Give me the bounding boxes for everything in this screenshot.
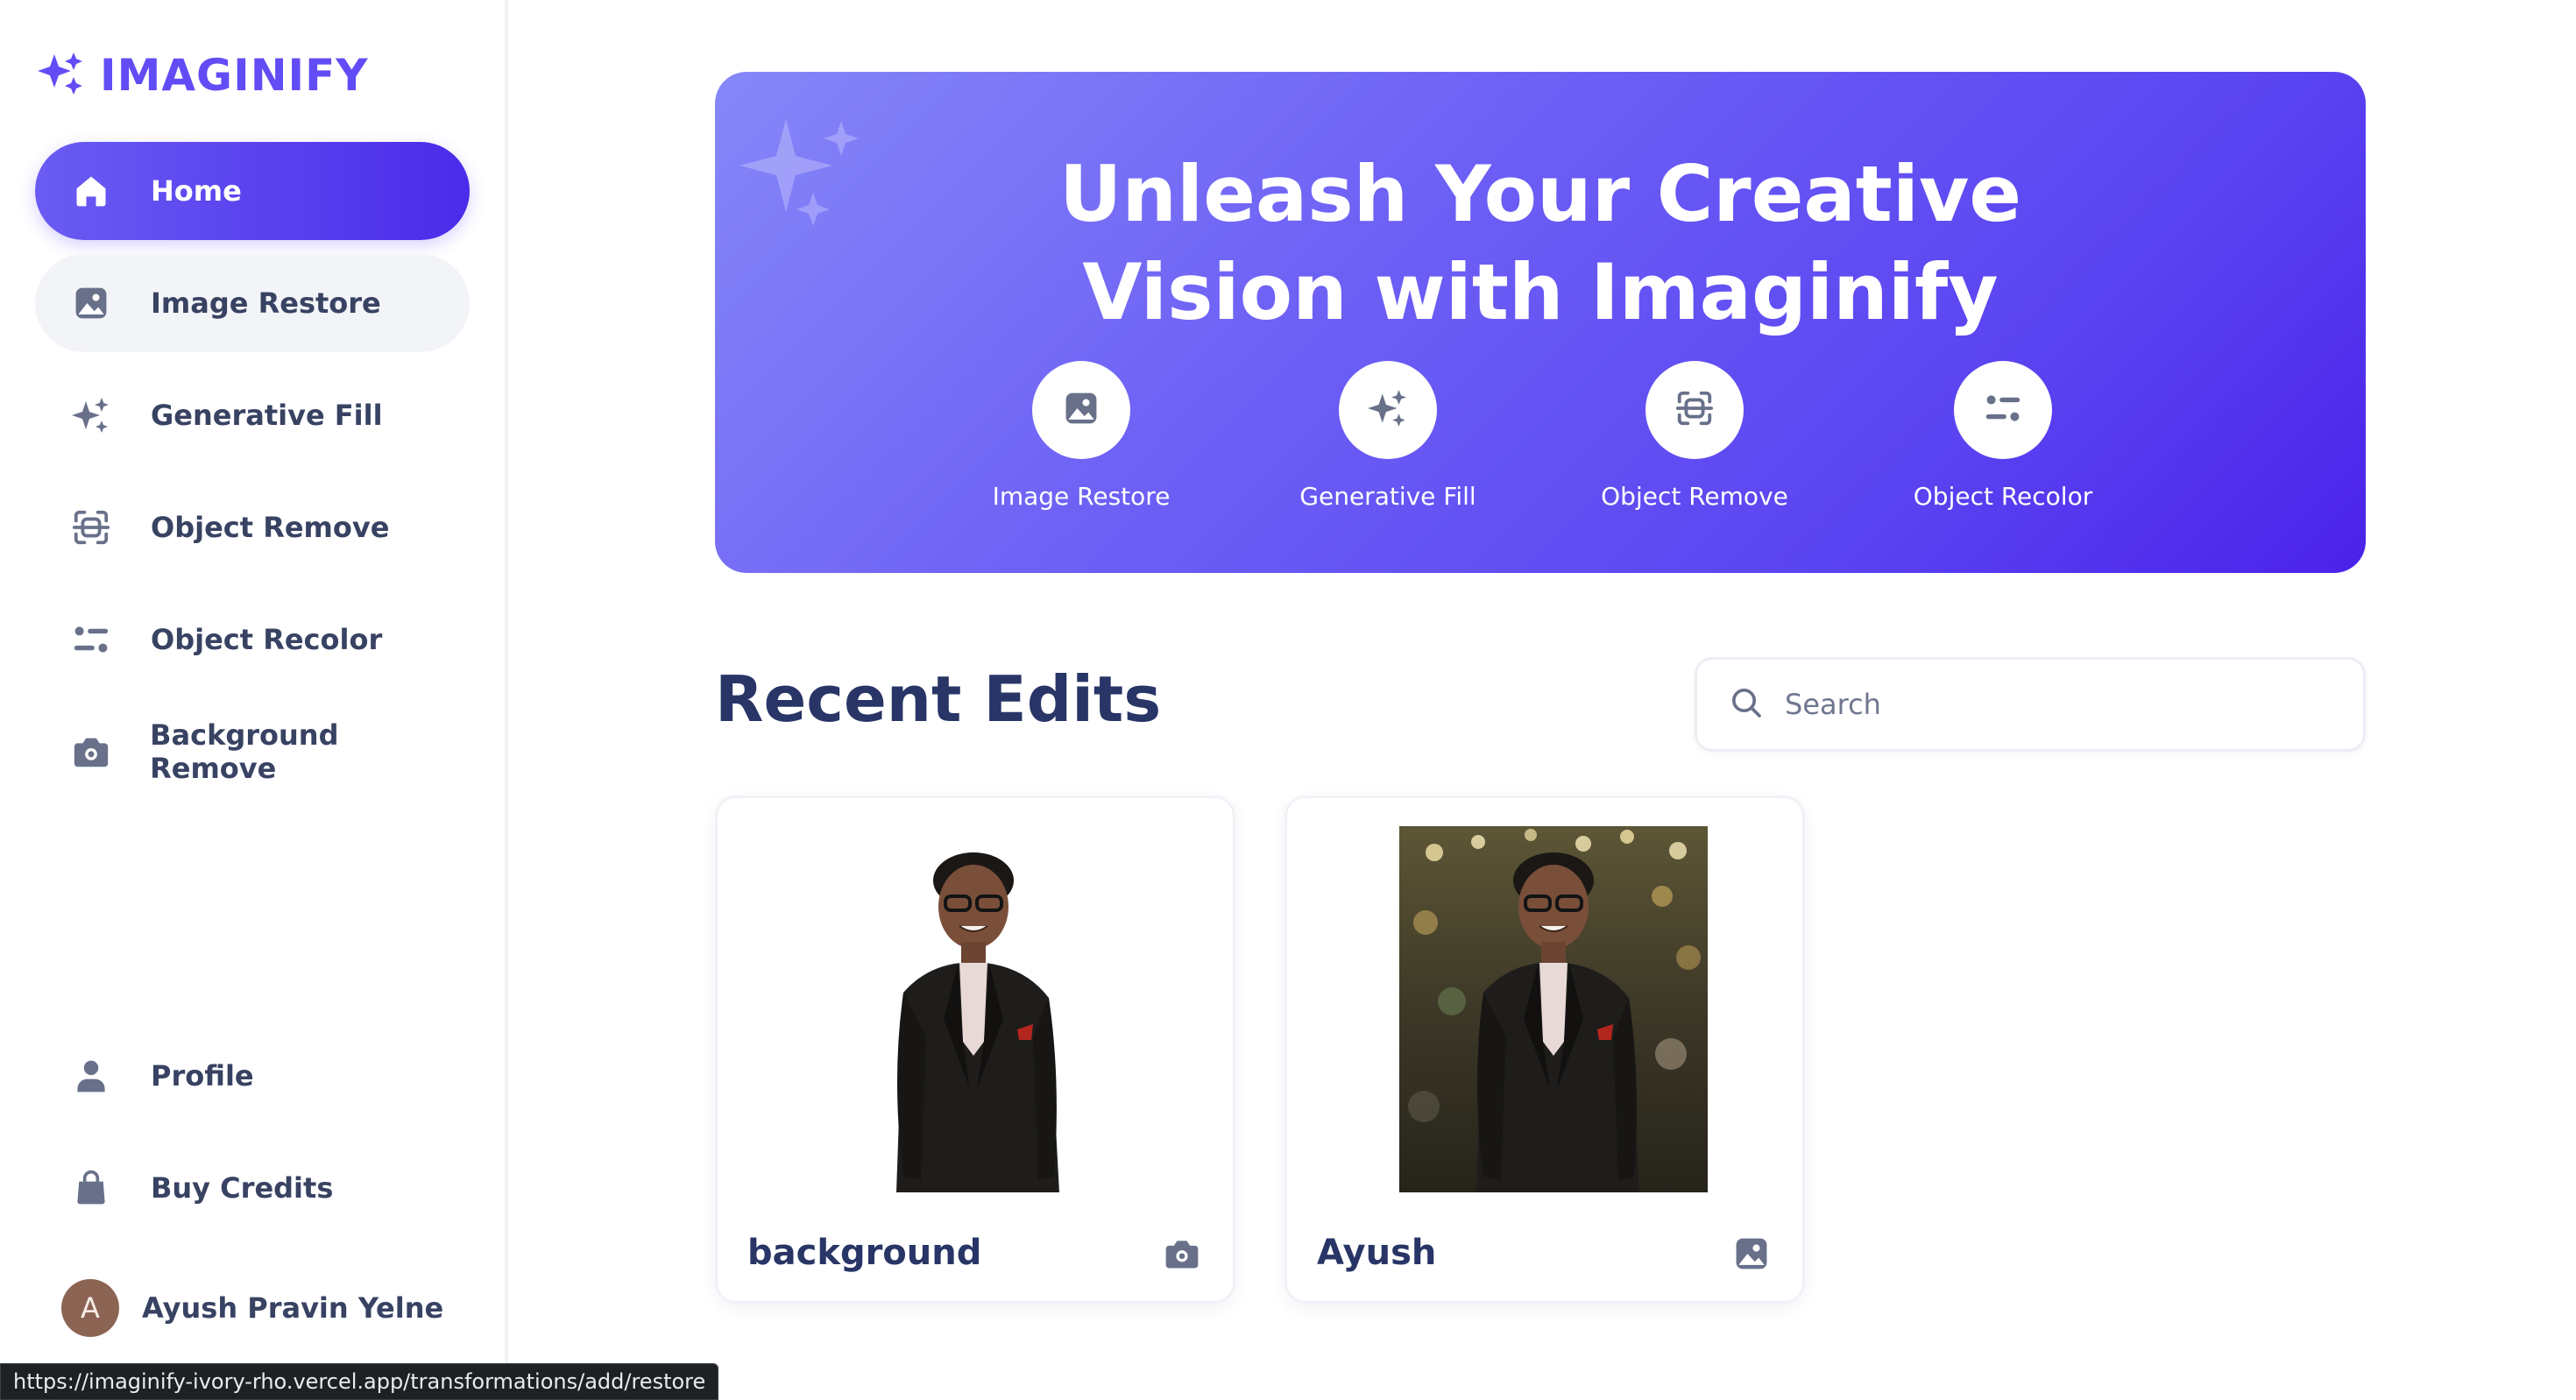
bag-icon — [67, 1163, 116, 1213]
scan-icon — [1674, 388, 1715, 432]
feature-circle[interactable] — [1954, 361, 2052, 459]
sidebar-item-generative-fill[interactable]: Generative Fill — [35, 366, 470, 464]
sidebar-item-object-recolor[interactable]: Object Recolor — [35, 590, 470, 689]
user-name: Ayush Pravin Yelne — [142, 1291, 444, 1325]
sidebar-item-label: Background Remove — [150, 718, 339, 785]
sidebar-item-label: Home — [151, 174, 242, 208]
sidebar-item-background-remove[interactable]: Background Remove — [35, 703, 470, 801]
logo[interactable]: IMAGINIFY — [35, 49, 369, 102]
recent-edit-title: Ayush — [1317, 1233, 1437, 1273]
recent-edit-card-ayush[interactable]: Ayush — [1284, 795, 1805, 1304]
person-photo-image — [1399, 826, 1708, 1192]
hero-banner: Unleash Your Creative Vision with Imagin… — [715, 72, 2366, 573]
sidebar-item-label: Image Restore — [151, 286, 381, 320]
image-icon — [67, 279, 116, 328]
avatar[interactable]: A — [61, 1279, 119, 1337]
filter-icon — [67, 615, 116, 664]
sparkles-icon — [67, 391, 116, 440]
user-icon — [67, 1051, 116, 1100]
camera-icon — [1161, 1233, 1203, 1275]
home-icon — [67, 166, 116, 216]
search-box[interactable] — [1695, 657, 2366, 752]
logo-text: IMAGINIFY — [100, 50, 369, 101]
filter-icon — [1983, 388, 2023, 432]
sidebar-item-label: Object Remove — [151, 511, 390, 544]
sidebar-item-label: Generative Fill — [151, 399, 383, 432]
sidebar-item-object-remove[interactable]: Object Remove — [35, 478, 470, 576]
sidebar-nav: Home Image Restore Generative Fill Objec… — [35, 142, 470, 815]
search-icon — [1729, 685, 1764, 724]
person-cutout-image — [896, 852, 1059, 1192]
sidebar-item-label: Buy Credits — [151, 1171, 334, 1205]
recent-edit-thumbnail[interactable] — [1399, 826, 1708, 1192]
sparkles-logo-icon — [35, 49, 88, 102]
hero-title: Unleash Your Creative Vision with Imagin… — [715, 145, 2366, 342]
scan-icon — [67, 503, 116, 552]
search-input[interactable] — [1785, 688, 2328, 721]
sidebar-item-label: Profile — [151, 1059, 254, 1092]
image-icon — [1730, 1233, 1773, 1275]
feature-circle[interactable] — [1032, 361, 1130, 459]
sidebar-item-home[interactable]: Home — [35, 142, 470, 240]
feature-label: Object Remove — [1601, 482, 1788, 511]
image-icon — [1062, 389, 1100, 431]
recent-edit-title: background — [747, 1233, 982, 1273]
feature-circle[interactable] — [1339, 361, 1437, 459]
user-profile-button[interactable]: A Ayush Pravin Yelne — [61, 1279, 443, 1337]
feature-label: Generative Fill — [1299, 482, 1476, 511]
feature-circle[interactable] — [1645, 361, 1744, 459]
sidebar-item-label: Object Recolor — [151, 623, 383, 656]
sidebar: IMAGINIFY Home Image Restore Generative … — [0, 0, 508, 1400]
feature-label: Object Recolor — [1913, 482, 2093, 511]
feature-generative-fill[interactable]: Generative Fill — [1274, 361, 1502, 511]
sidebar-bottom-nav: Profile Buy Credits — [35, 1027, 470, 1251]
sidebar-item-buy-credits[interactable]: Buy Credits — [35, 1139, 470, 1237]
feature-label: Image Restore — [992, 482, 1171, 511]
status-bar-url: https://imaginify-ivory-rho.vercel.app/t… — [0, 1363, 719, 1400]
recent-edits-title: Recent Edits — [715, 662, 1162, 736]
sparkles-icon — [1366, 386, 1410, 434]
hero-title-line-1: Unleash Your Creative — [1058, 149, 2022, 239]
camera-icon — [67, 727, 115, 776]
sidebar-item-profile[interactable]: Profile — [35, 1027, 470, 1125]
recent-edit-thumbnail[interactable] — [830, 826, 1138, 1192]
feature-object-recolor[interactable]: Object Recolor — [1889, 361, 2117, 511]
feature-object-remove[interactable]: Object Remove — [1581, 361, 1808, 511]
feature-image-restore[interactable]: Image Restore — [967, 361, 1195, 511]
recent-edit-card-background[interactable]: background — [715, 795, 1235, 1304]
sidebar-item-image-restore[interactable]: Image Restore — [35, 254, 470, 352]
hero-title-line-2: Vision with Imaginify — [1082, 247, 1999, 337]
